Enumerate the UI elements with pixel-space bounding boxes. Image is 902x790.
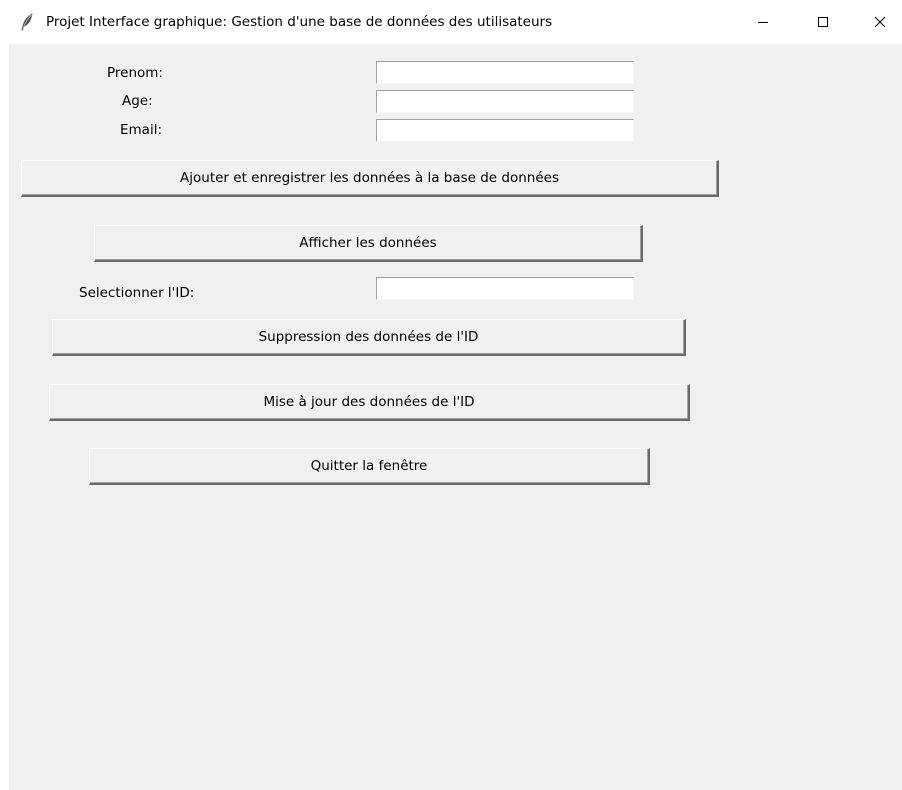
minimize-button[interactable] <box>740 0 786 44</box>
prenom-input[interactable] <box>376 61 634 84</box>
feather-icon <box>20 13 34 31</box>
delete-data-button[interactable]: Suppression des données de l'ID <box>52 319 686 356</box>
update-data-button[interactable]: Mise à jour des données de l'ID <box>49 384 690 421</box>
maximize-button[interactable] <box>800 0 846 44</box>
app-window: Projet Interface graphique: Gestion d'un… <box>0 0 902 790</box>
title-bar[interactable]: Projet Interface graphique: Gestion d'un… <box>0 0 902 44</box>
main-content: Prenom: Age: Email: Ajouter et enregistr… <box>9 44 902 790</box>
maximize-icon <box>817 13 829 32</box>
email-input[interactable] <box>376 119 634 142</box>
window-title: Projet Interface graphique: Gestion d'un… <box>46 14 553 30</box>
age-input[interactable] <box>376 90 634 113</box>
select-id-label: Selectionner l'ID: <box>79 285 195 301</box>
select-id-input[interactable] <box>376 277 634 300</box>
minimize-icon <box>757 13 769 32</box>
show-data-button[interactable]: Afficher les données <box>94 225 643 262</box>
email-label: Email: <box>120 122 163 138</box>
prenom-label: Prenom: <box>107 65 163 81</box>
add-data-button[interactable]: Ajouter et enregistrer les données à la … <box>21 160 719 197</box>
close-icon <box>874 13 886 32</box>
quit-button[interactable]: Quitter la fenêtre <box>89 448 650 485</box>
close-button[interactable] <box>857 0 902 44</box>
age-label: Age: <box>122 93 153 109</box>
